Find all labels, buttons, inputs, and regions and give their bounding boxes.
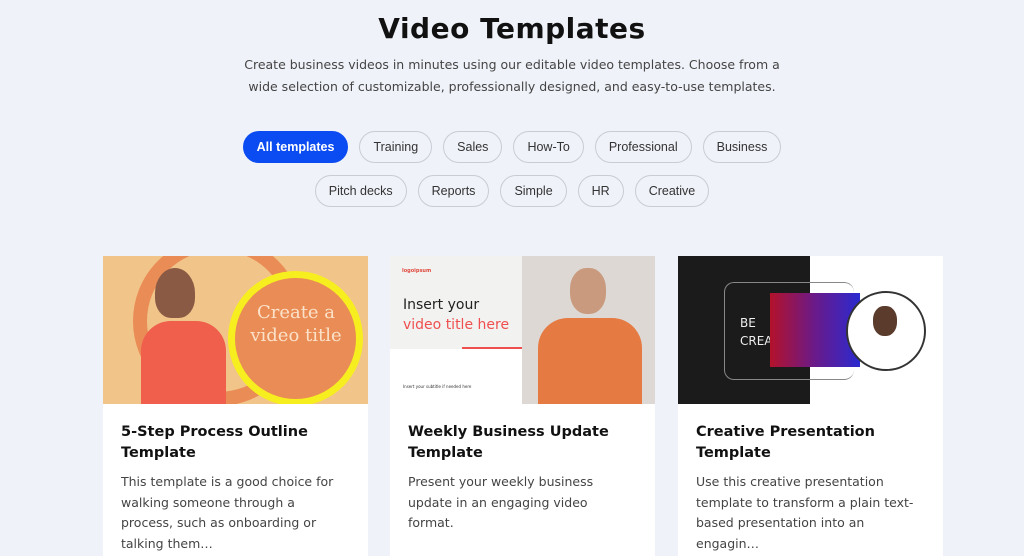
filter-professional[interactable]: Professional [594,131,692,163]
template-thumbnail[interactable]: BECREATIVE [678,256,943,404]
card-title[interactable]: Weekly Business Update Template [390,404,655,464]
template-card[interactable]: logoipsum Insert your video title here I… [390,256,655,556]
filter-how-to[interactable]: How-To [513,131,584,163]
thumb-line2: video title here [403,317,510,333]
filter-creative[interactable]: Creative [634,175,710,207]
template-thumbnail[interactable]: logoipsum Insert your video title here I… [390,256,655,404]
filter-row-2: Pitch decks Reports Simple HR Creative [0,175,1024,207]
filter-reports[interactable]: Reports [417,175,490,207]
filter-training[interactable]: Training [359,131,433,163]
page-subtitle: Create business videos in minutes using … [244,57,780,94]
filter-hr[interactable]: HR [577,175,624,207]
presenter-body [538,318,642,404]
card-title[interactable]: Creative Presentation Template [678,404,943,464]
thumb-logo: logoipsum [402,268,432,274]
template-thumbnail[interactable]: Create a video title [103,256,368,404]
thumb-subtitle: Insert your subtitle if needed here [403,384,472,389]
filter-all-templates[interactable]: All templates [242,131,349,163]
page-title: Video Templates [378,12,646,45]
template-card[interactable]: Create a video title 5-Step Process Outl… [103,256,368,556]
presenter-head [155,268,195,318]
card-description: Use this creative presentation template … [696,474,914,551]
filter-sales[interactable]: Sales [443,131,503,163]
card-title[interactable]: 5-Step Process Outline Template [103,404,368,464]
card-description: Present your weekly business update in a… [408,474,594,530]
filter-simple[interactable]: Simple [500,175,567,207]
filter-business[interactable]: Business [702,131,782,163]
presenter-body [141,321,226,404]
thumb-line1: Insert your [403,297,480,313]
filter-pitch-decks[interactable]: Pitch decks [314,175,407,207]
card-description: This template is a good choice for walki… [121,474,334,551]
presenter-head [570,268,606,314]
template-card[interactable]: BECREATIVE Creative Presentation Templat… [678,256,943,556]
thumb-title: Create a video title [250,302,342,346]
filter-row-1: All templates Training Sales How-To Prof… [0,131,1024,163]
